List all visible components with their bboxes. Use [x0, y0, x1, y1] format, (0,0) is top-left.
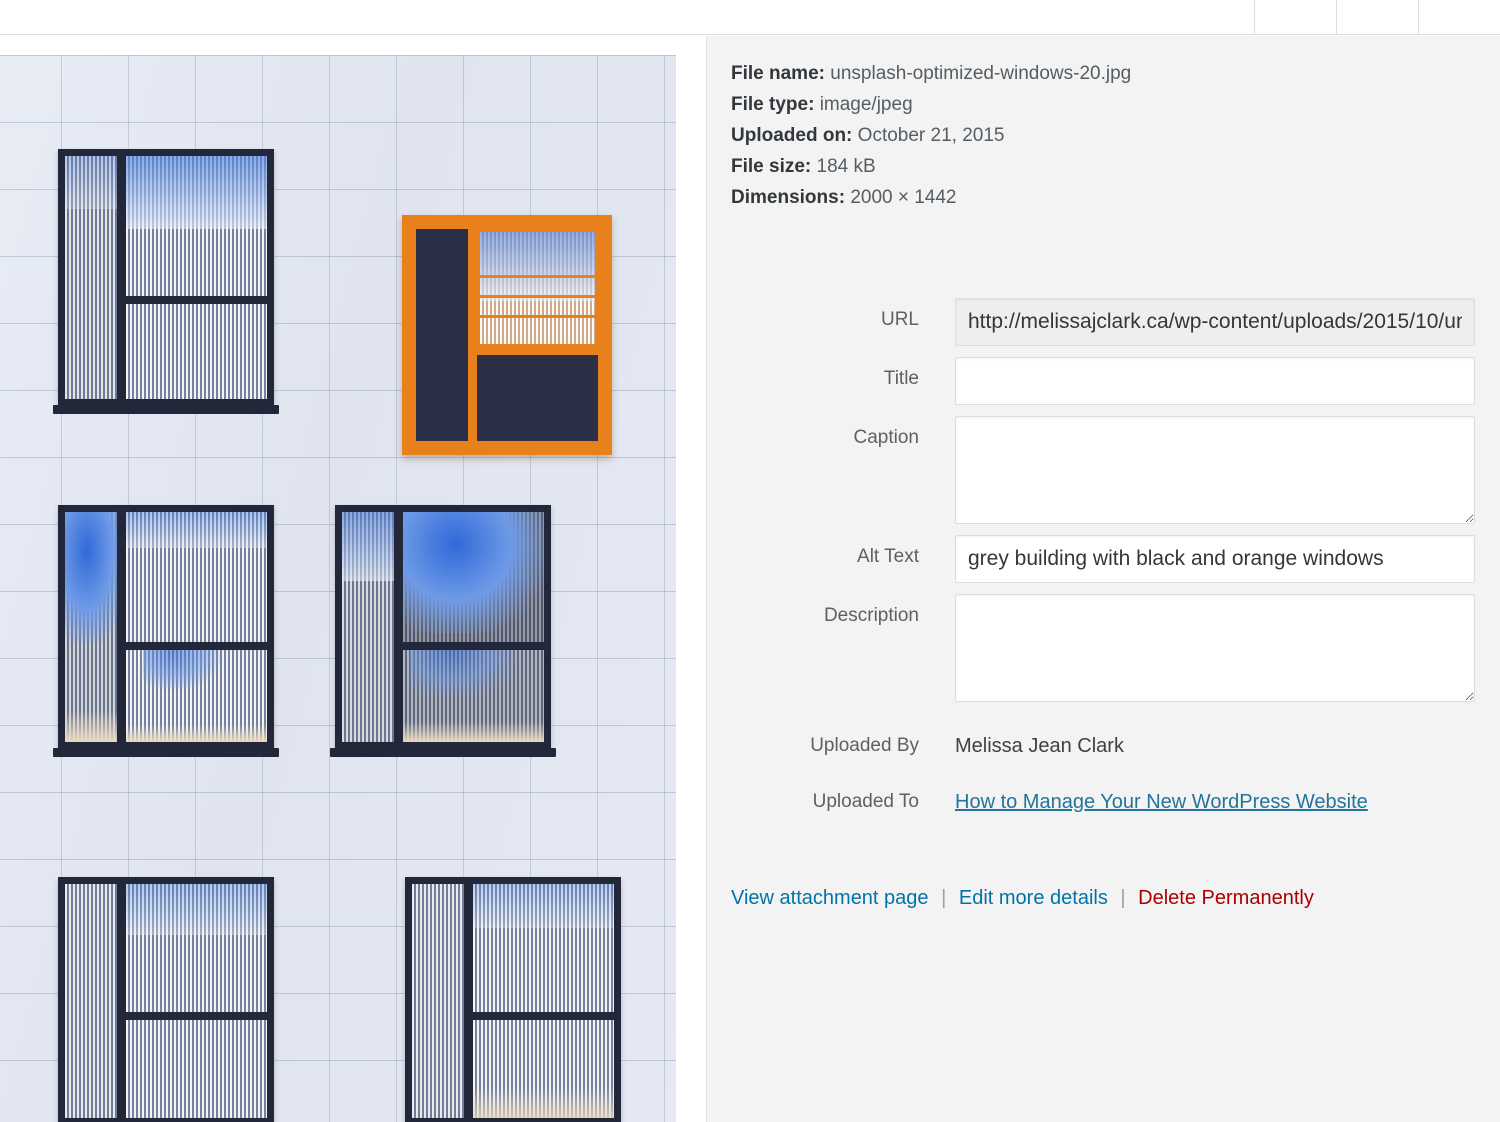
- window-pane-side: [65, 884, 117, 1118]
- previous-media-item-button[interactable]: [1254, 0, 1336, 34]
- field-row-alt-text: Alt Text: [707, 535, 1500, 583]
- orange-window-upper-pane: [477, 229, 598, 347]
- window-pane-upper: [126, 884, 267, 1012]
- meta-file-type: File type: image/jpeg: [731, 89, 1431, 120]
- field-row-uploaded-by: Uploaded By Melissa Jean Clark: [707, 724, 1500, 758]
- window-middle-left: [53, 505, 279, 757]
- field-row-uploaded-to: Uploaded To How to Manage Your New WordP…: [707, 780, 1500, 814]
- window-sill: [53, 748, 279, 757]
- attachment-actions: View attachment page | Edit more details…: [731, 884, 1314, 912]
- attachment-image-pane: [0, 36, 706, 1122]
- title-field-label: Title: [883, 368, 919, 389]
- window-middle-right: [330, 505, 556, 757]
- action-separator-2: |: [1120, 887, 1126, 909]
- window-pane-upper: [126, 512, 267, 642]
- meta-file-type-label: File type:: [731, 94, 815, 115]
- url-field-label: URL: [880, 309, 919, 330]
- meta-file-size-label: File size:: [731, 156, 812, 177]
- window-pane-side: [412, 884, 464, 1118]
- meta-file-size-value: 184 kB: [816, 156, 876, 177]
- meta-uploaded-on-label: Uploaded on:: [731, 125, 853, 146]
- window-pane-upper: [126, 156, 267, 296]
- field-row-description: Description: [707, 594, 1500, 702]
- close-x-icon: [1450, 0, 1470, 1]
- toolbar-button-group: [1254, 0, 1500, 34]
- meta-file-name-label: File name:: [731, 63, 825, 84]
- window-sill: [53, 405, 279, 414]
- uploaded-by-label: Uploaded By: [810, 735, 919, 756]
- alt-text-field-label: Alt Text: [857, 546, 919, 567]
- orange-window-left-panel: [416, 229, 468, 441]
- modal-toolbar: [0, 0, 1500, 35]
- uploaded-to-label: Uploaded To: [812, 791, 919, 812]
- delete-permanently-link[interactable]: Delete Permanently: [1138, 887, 1314, 909]
- window-pane-upper: [473, 884, 614, 1012]
- description-textarea[interactable]: [955, 594, 1475, 702]
- attachment-fields-form: URL Title Caption Alt Text: [707, 298, 1500, 836]
- alt-text-input[interactable]: [955, 535, 1475, 583]
- chevron-right-icon: [1368, 0, 1388, 1]
- meta-dimensions-label: Dimensions:: [731, 187, 846, 208]
- window-top-left: [53, 149, 279, 414]
- window-pane-lower: [126, 304, 267, 399]
- action-separator-1: |: [941, 887, 947, 909]
- window-pane-upper: [403, 512, 544, 642]
- meta-dimensions: Dimensions: 2000 × 1442: [731, 182, 1431, 213]
- caption-field-label: Caption: [853, 427, 920, 448]
- caption-textarea[interactable]: [955, 416, 1475, 524]
- meta-file-type-value: image/jpeg: [819, 94, 913, 115]
- meta-file-size: File size: 184 kB: [731, 151, 1431, 182]
- uploaded-to-post-link[interactable]: How to Manage Your New WordPress Website: [955, 791, 1368, 813]
- window-pane-lower: [126, 1020, 267, 1118]
- view-attachment-page-link[interactable]: View attachment page: [731, 887, 929, 909]
- window-orange-accent: [402, 215, 612, 455]
- uploaded-to-value: How to Manage Your New WordPress Website: [955, 780, 1475, 814]
- window-pane-side: [65, 156, 117, 399]
- url-input[interactable]: [955, 298, 1475, 346]
- title-input[interactable]: [955, 357, 1475, 405]
- meta-file-name: File name: unsplash-optimized-windows-20…: [731, 58, 1431, 89]
- media-attachment-details-modal: File name: unsplash-optimized-windows-20…: [0, 0, 1500, 1122]
- attachment-preview-image: [0, 55, 676, 1122]
- field-row-caption: Caption: [707, 416, 1500, 524]
- close-modal-button[interactable]: [1418, 0, 1500, 34]
- meta-dimensions-value: 2000 × 1442: [850, 187, 957, 208]
- actions-divider: [731, 856, 1417, 857]
- window-sill: [330, 748, 556, 757]
- uploaded-by-value: Melissa Jean Clark: [955, 735, 1124, 757]
- metadata-divider: [731, 276, 1417, 277]
- chevron-left-icon: [1286, 0, 1306, 1]
- field-row-url: URL: [707, 298, 1500, 346]
- window-pane-lower: [473, 1020, 614, 1118]
- window-pane-side: [65, 512, 117, 742]
- attachment-details-panel: File name: unsplash-optimized-windows-20…: [706, 36, 1500, 1122]
- window-bottom-left: [58, 877, 274, 1122]
- window-pane-lower: [126, 650, 267, 742]
- edit-more-details-link[interactable]: Edit more details: [959, 887, 1108, 909]
- attachment-metadata-block: File name: unsplash-optimized-windows-20…: [731, 58, 1431, 213]
- field-row-title: Title: [707, 357, 1500, 405]
- next-media-item-button[interactable]: [1336, 0, 1418, 34]
- window-pane-side: [342, 512, 394, 742]
- window-pane-lower: [403, 650, 544, 742]
- meta-uploaded-on-value: October 21, 2015: [857, 125, 1005, 146]
- description-field-label: Description: [823, 605, 919, 626]
- meta-uploaded-on: Uploaded on: October 21, 2015: [731, 120, 1431, 151]
- window-bottom-right: [405, 877, 621, 1122]
- orange-window-lower-panel: [477, 355, 598, 441]
- meta-file-name-value: unsplash-optimized-windows-20.jpg: [830, 63, 1132, 84]
